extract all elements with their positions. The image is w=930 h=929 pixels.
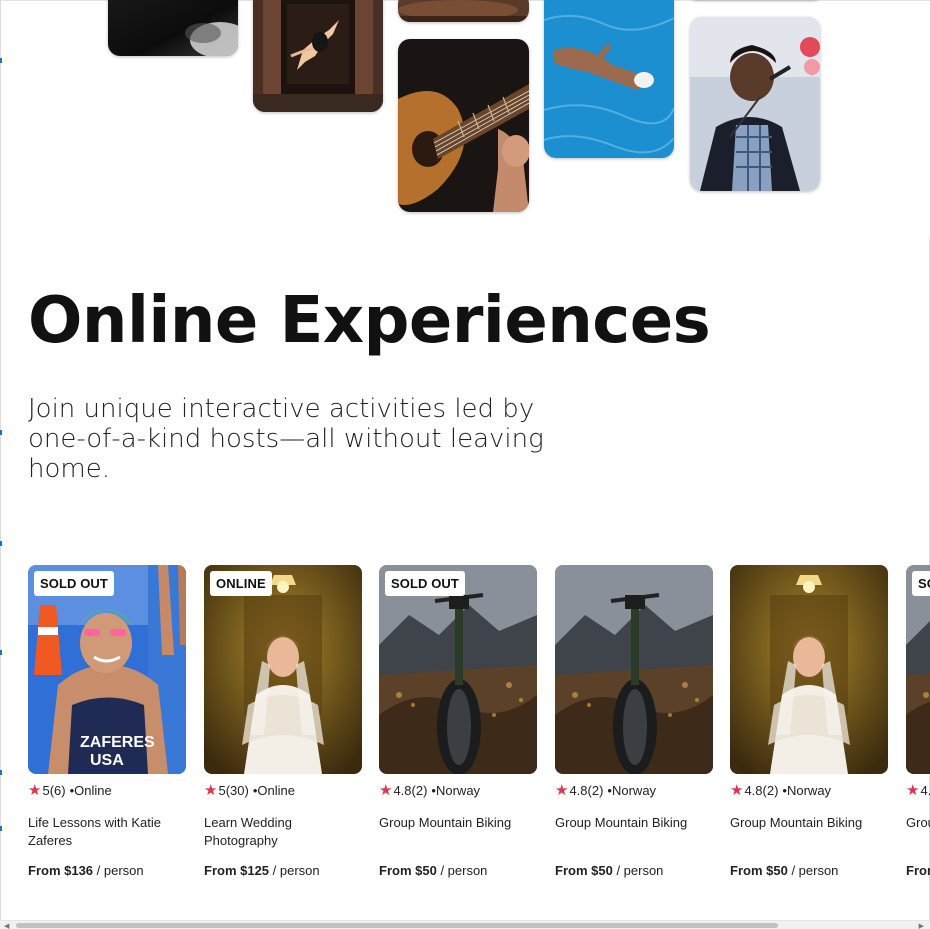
experience-card[interactable]: SOLD OUT ★4.8(2)•Norway Group Mountain Bik… (379, 565, 537, 895)
mosaic-photo-singer (690, 17, 820, 191)
location-label: Norway (786, 783, 832, 798)
rating-value: 4.8 (920, 783, 930, 798)
experience-card-image[interactable] (906, 565, 930, 774)
price-unit: / person (272, 863, 320, 878)
edge-marker (0, 650, 2, 655)
price-unit: / person (791, 863, 839, 878)
rating-line: ★4.8(2)•Norway (730, 783, 831, 798)
experience-card[interactable]: ZAFERES USA SOLD OUT ★ 5 (6) • Online Life Les… (28, 565, 186, 895)
location-label: Online (257, 783, 295, 798)
experience-card-title[interactable]: Learn Wedding Photography (204, 814, 362, 850)
rating-line: ★4.8(2)•Norway (379, 783, 480, 798)
status-badge: SOLD OUT (34, 571, 114, 596)
svg-text:USA: USA (90, 752, 124, 769)
experience-card-title[interactable]: Group Mountain Biking (555, 814, 713, 832)
review-count: (6) (49, 783, 66, 798)
experience-card-image[interactable] (379, 565, 537, 774)
edge-marker (0, 430, 2, 435)
status-badge: SOLD OUT (912, 571, 930, 596)
review-count: (2) (411, 783, 428, 798)
price-unit: / person (616, 863, 664, 878)
experience-card-title[interactable]: Group Mountain Biking (906, 814, 930, 832)
review-count: (2) (762, 783, 779, 798)
edge-marker (0, 770, 2, 775)
horizontal-scrollbar-thumb[interactable] (16, 923, 778, 928)
scroll-left-arrow-icon[interactable]: ◀ (4, 922, 9, 929)
edge-marker (0, 826, 2, 831)
experience-card-title[interactable]: Life Lessons with Katie Zaferes (28, 814, 186, 850)
experience-card-image[interactable] (204, 565, 362, 774)
experience-card[interactable]: ★ 4.8 (2) • Norway Group Mountain Biking From … (555, 565, 713, 895)
star-icon: ★ (204, 782, 218, 799)
mosaic-photo-guitar (398, 39, 529, 212)
rating-line: ★ 5 (6) • Online (28, 783, 112, 798)
review-count: (2) (587, 783, 604, 798)
price-value: From $50 (555, 863, 613, 878)
price-value: From $136 (28, 863, 94, 878)
experience-card-title[interactable]: Group Mountain Biking (379, 814, 537, 832)
price-value: From $50 (379, 863, 437, 878)
price-value: From $50 (906, 863, 930, 878)
experience-card[interactable]: SOLD OUT ★4.8(2)•Norway Group Mountain Bik… (906, 565, 930, 895)
horizontal-scrollbar[interactable]: ◀ ▶ (0, 920, 930, 929)
mosaic-photo-dancer (253, 0, 383, 112)
price-line: From $50 / person (730, 863, 838, 878)
mosaic-photo-swimmer (544, 0, 674, 158)
rating-value: 4.8 (744, 783, 763, 798)
rating-line: ★4.8(2)•Norway (555, 783, 656, 798)
mosaic-photo-dark (108, 0, 238, 56)
rating-value: 5 (218, 783, 226, 798)
experience-card[interactable]: ONLINE ★ 5 (30) • Online Learn Wedding Photogr… (204, 565, 362, 895)
rating-line: ★4.8(2)•Norway (906, 783, 930, 798)
edge-marker (0, 541, 2, 546)
star-icon: ★ (730, 782, 744, 799)
page-subtitle: Join unique interactive activities led b… (28, 394, 544, 484)
experience-card-image[interactable] (730, 565, 888, 774)
price-line: From $50 / person (906, 863, 930, 878)
price-unit: / person (440, 863, 488, 878)
status-badge: SOLD OUT (385, 571, 465, 596)
price-value: From $125 (204, 863, 270, 878)
review-count: (30) (225, 783, 249, 798)
mosaic-photo-wood (398, 0, 529, 22)
experience-card[interactable]: ★ 4.8 (2) • Norway Group Mountain Biking From … (730, 565, 888, 895)
location-label: Norway (435, 783, 481, 798)
photo-mosaic (0, 0, 930, 230)
price-unit: / person (96, 863, 144, 878)
star-icon: ★ (555, 782, 569, 799)
price-line: From $136 / person (28, 863, 144, 878)
star-icon: ★ (906, 782, 920, 799)
experience-card-image[interactable] (555, 565, 713, 774)
star-icon: ★ (28, 782, 42, 799)
location-label: Norway (611, 783, 657, 798)
status-badge: ONLINE (210, 571, 272, 596)
price-line: From $125 / person (204, 863, 320, 878)
price-value: From $50 (730, 863, 788, 878)
location-label: Online (74, 783, 112, 798)
price-line: From $50 / person (379, 863, 487, 878)
rating-value: 4.8 (393, 783, 412, 798)
rating-value: 5 (42, 783, 50, 798)
scroll-right-arrow-icon[interactable]: ▶ (919, 922, 924, 929)
experience-card-image[interactable]: ZAFERES USA (28, 565, 186, 774)
experience-card-title[interactable]: Group Mountain Biking (730, 814, 888, 832)
experience-card-list: ZAFERES USA SOLD OUT ★ 5 (6) • Online Life Les… (28, 565, 930, 895)
star-icon: ★ (379, 782, 393, 799)
svg-text:ZAFERES: ZAFERES (80, 734, 155, 751)
page-title: Online Experiences (28, 284, 711, 358)
price-line: From $50 / person (555, 863, 663, 878)
rating-value: 4.8 (569, 783, 588, 798)
rating-line: ★ 5 (30) • Online (204, 783, 295, 798)
